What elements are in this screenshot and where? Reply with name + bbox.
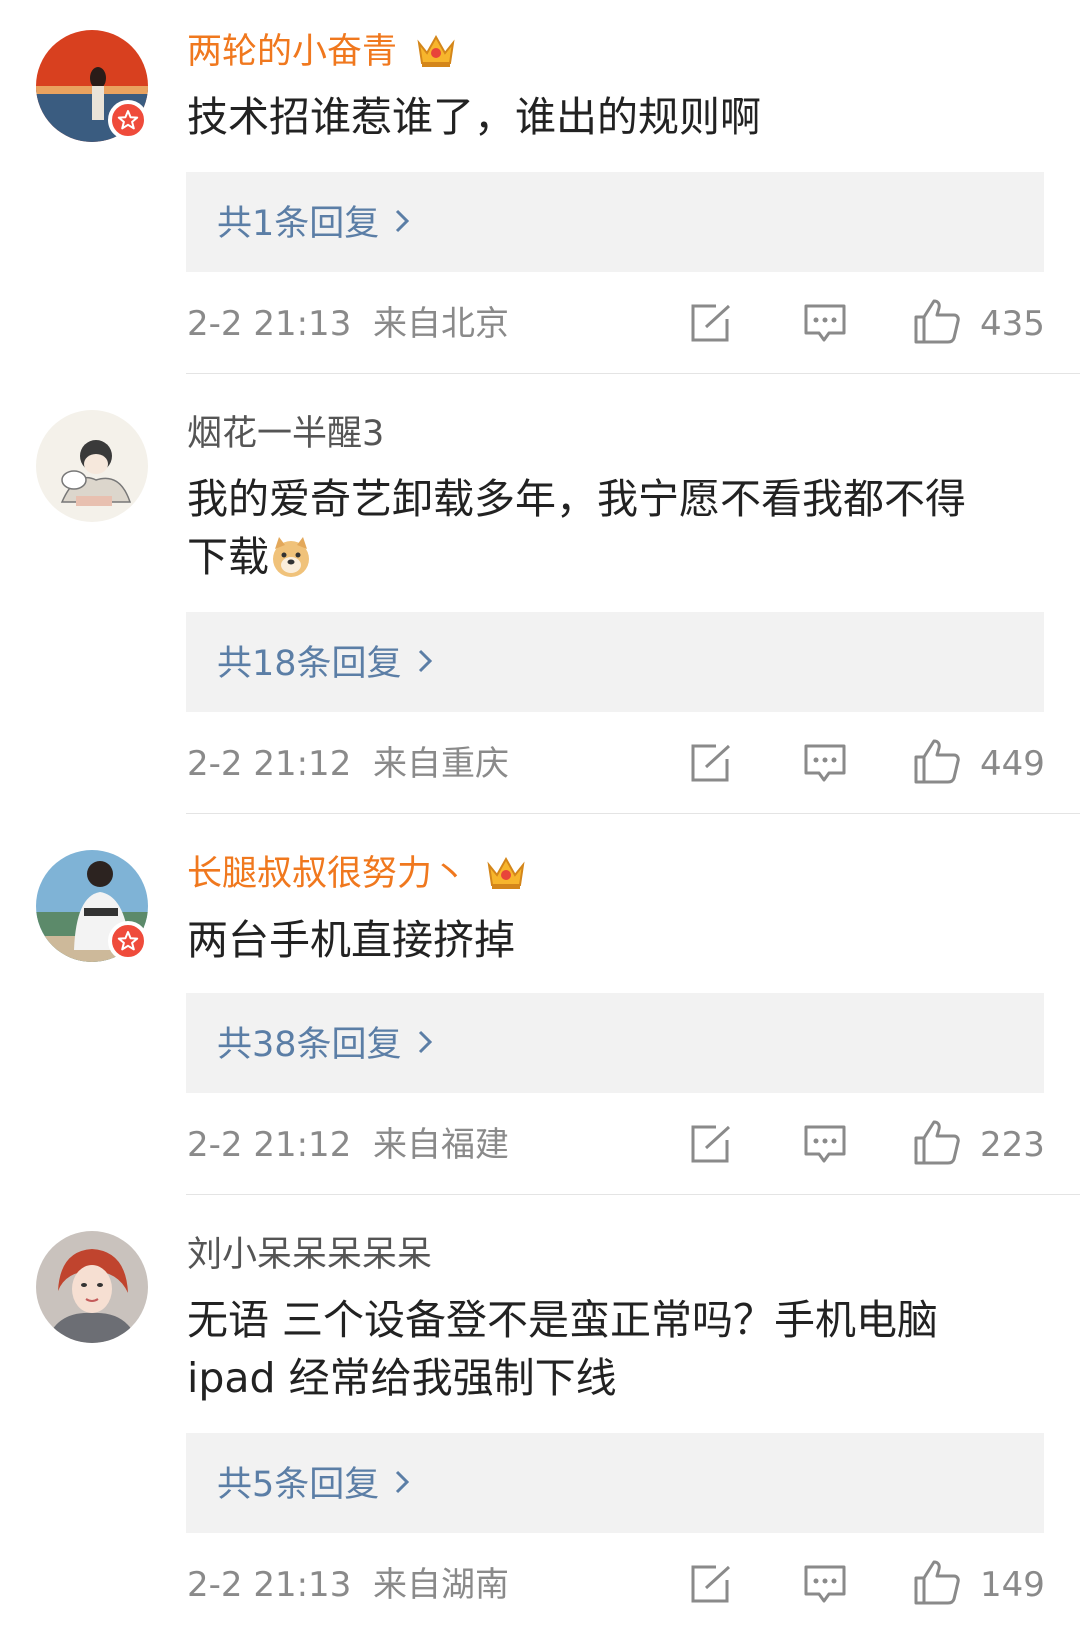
location: 来自福建 bbox=[372, 1125, 509, 1165]
comment-meta: 2-2 21:13 来自北京 bbox=[187, 302, 509, 346]
comment-meta: 2-2 21:13 来自湖南 bbox=[187, 1563, 509, 1607]
comment-icon[interactable] bbox=[803, 303, 847, 347]
location: 来自重庆 bbox=[372, 744, 509, 784]
chevron-right-icon bbox=[418, 1020, 432, 1066]
share-icon[interactable] bbox=[690, 1564, 732, 1608]
doge-emoji bbox=[269, 535, 313, 594]
thumbs-up-icon[interactable] bbox=[913, 297, 961, 349]
replies-link[interactable]: 共18条回复 bbox=[186, 612, 1044, 712]
comment-text: 技术招谁惹谁了，谁出的规则啊 bbox=[187, 93, 761, 141]
divider bbox=[186, 813, 1080, 814]
share-icon[interactable] bbox=[690, 743, 732, 787]
comment-icon[interactable] bbox=[803, 1124, 847, 1168]
chevron-right-icon bbox=[418, 639, 432, 685]
chevron-right-icon bbox=[395, 1460, 410, 1506]
comment-meta: 2-2 21:12 来自福建 bbox=[187, 1123, 509, 1167]
comment-item: 两轮的小奋青 技术招谁惹谁了，谁出的规则啊 共1条回复 2-2 21:13 来自… bbox=[0, 0, 1080, 374]
comment-icon[interactable] bbox=[803, 743, 847, 787]
like-count: 449 bbox=[980, 744, 1045, 784]
verified-star-icon bbox=[108, 921, 148, 961]
share-icon[interactable] bbox=[690, 1124, 732, 1168]
comment-meta: 2-2 21:12 来自重庆 bbox=[187, 742, 509, 786]
replies-link[interactable]: 共1条回复 bbox=[186, 172, 1044, 272]
comment-text: 两台手机直接挤掉 bbox=[187, 916, 515, 964]
timestamp: 2-2 21:12 bbox=[187, 1125, 352, 1165]
location: 来自湖南 bbox=[372, 1565, 509, 1605]
chevron-right-icon bbox=[395, 199, 410, 245]
thumbs-up-icon[interactable] bbox=[913, 1558, 961, 1610]
like-count: 149 bbox=[980, 1565, 1045, 1605]
crown-icon bbox=[415, 31, 457, 80]
thumbs-up-icon[interactable] bbox=[913, 737, 961, 789]
comment-text: 我的爱奇艺卸载多年，我宁愿不看我都不得 下载 bbox=[187, 470, 1047, 594]
comment-text: 无语 三个设备登不是蛮正常吗？手机电脑 ipad 经常给我强制下线 bbox=[187, 1296, 939, 1402]
replies-link[interactable]: 共5条回复 bbox=[186, 1433, 1044, 1533]
like-count: 223 bbox=[980, 1125, 1045, 1165]
username[interactable]: 两轮的小奋青 bbox=[187, 30, 457, 80]
timestamp: 2-2 21:13 bbox=[187, 1565, 352, 1605]
comment-icon[interactable] bbox=[803, 1564, 847, 1608]
timestamp: 2-2 21:12 bbox=[187, 744, 352, 784]
username[interactable]: 长腿叔叔很努力丶 bbox=[187, 852, 527, 902]
verified-star-icon bbox=[108, 100, 148, 140]
timestamp: 2-2 21:13 bbox=[187, 304, 352, 344]
avatar[interactable] bbox=[36, 410, 148, 522]
divider bbox=[186, 1194, 1080, 1195]
replies-link[interactable]: 共38条回复 bbox=[186, 993, 1044, 1093]
divider bbox=[186, 373, 1080, 374]
crown-icon bbox=[485, 853, 527, 902]
like-count: 435 bbox=[980, 304, 1045, 344]
avatar[interactable] bbox=[36, 1231, 148, 1343]
username[interactable]: 烟花一半醒3 bbox=[187, 412, 384, 456]
username[interactable]: 刘小呆呆呆呆呆 bbox=[187, 1233, 432, 1277]
share-icon[interactable] bbox=[690, 303, 732, 347]
thumbs-up-icon[interactable] bbox=[913, 1118, 961, 1170]
location: 来自北京 bbox=[372, 304, 509, 344]
